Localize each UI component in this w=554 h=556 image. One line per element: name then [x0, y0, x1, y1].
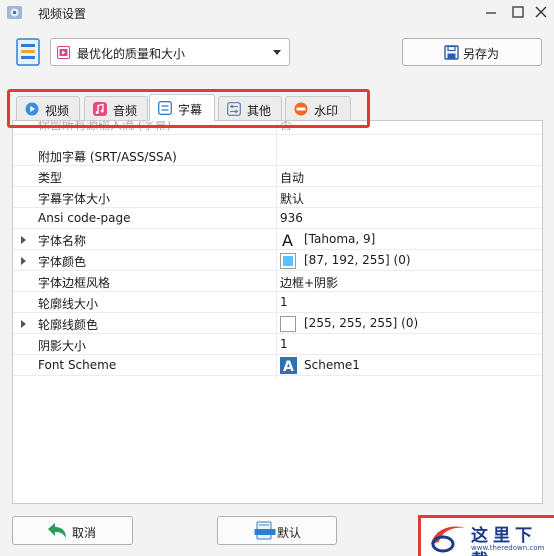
outline-color-swatch — [280, 316, 296, 332]
tab-watermark-label: 水印 — [314, 104, 339, 118]
minimize-icon — [486, 12, 496, 14]
property-name: 轮廓线大小 — [38, 297, 99, 311]
subtitle-property-grid: 保留所有源输入流 (字幕) 否 附加字幕 (SRT/ASS/SSA) 类型 自动… — [12, 120, 543, 504]
property-row-extra-subtitle[interactable]: 附加字幕 (SRT/ASS/SSA) — [13, 145, 542, 166]
property-value: 默认 — [280, 192, 305, 206]
expand-arrow-icon[interactable] — [21, 236, 26, 244]
property-row-font-color[interactable]: 字体颜色 [87, 192, 255] (0) — [13, 250, 542, 271]
sliders-icon — [227, 102, 241, 116]
tab-other[interactable]: 其他 — [218, 96, 282, 120]
property-name: Ansi code-page — [38, 211, 131, 225]
property-name: 字体边框风格 — [38, 276, 111, 290]
cancel-label: 取消 — [72, 526, 97, 540]
preset-value: 最优化的质量和大小 — [77, 47, 186, 61]
close-button[interactable] — [530, 2, 552, 22]
site-watermark-logo: 这里下载 www.theredown.com — [418, 515, 554, 556]
save-as-label: 另存为 — [463, 47, 500, 61]
property-row-font-scheme[interactable]: Font Scheme A Scheme1 — [13, 355, 542, 376]
video-icon — [25, 102, 39, 116]
undo-arrow-icon — [48, 523, 66, 538]
expand-arrow-icon[interactable] — [21, 320, 26, 328]
property-row-font-name[interactable]: 字体名称 A [Tahoma, 9] — [13, 229, 542, 250]
save-as-button[interactable]: 另存为 — [402, 38, 542, 66]
maximize-button[interactable] — [507, 2, 529, 22]
font-color-swatch — [280, 253, 296, 269]
app-icon — [7, 6, 22, 19]
window-title: 视频设置 — [38, 7, 87, 21]
preset-list-icon — [16, 38, 40, 66]
tab-audio[interactable]: 音频 — [84, 96, 148, 120]
property-value: [Tahoma, 9] — [304, 232, 376, 246]
property-value: 936 — [280, 211, 303, 225]
property-row-border-style[interactable]: 字体边框风格 边框+阴影 — [13, 271, 542, 292]
property-row-keep-streams[interactable]: 保留所有源输入流 (字幕) 否 — [13, 121, 542, 135]
scheme-a-icon: A — [280, 357, 297, 374]
default-button[interactable]: 默认 — [217, 516, 337, 545]
default-label: 默认 — [277, 526, 302, 540]
music-icon — [93, 102, 107, 116]
tab-other-label: 其他 — [247, 104, 272, 118]
svg-text:A: A — [283, 359, 294, 374]
font-a-icon: A — [282, 231, 293, 248]
tab-subtitle-label: 字幕 — [178, 103, 203, 117]
property-name: 轮廓线颜色 — [38, 318, 99, 332]
property-value: 边框+阴影 — [280, 276, 339, 290]
tab-subtitle[interactable]: 字幕 — [149, 94, 215, 121]
new-badge-icon — [294, 102, 308, 116]
title-bar: 视频设置 — [0, 0, 554, 26]
property-name: 阴影大小 — [38, 339, 87, 353]
maximize-icon — [512, 6, 524, 18]
property-name: 附加字幕 (SRT/ASS/SSA) — [38, 150, 177, 164]
property-name: Font Scheme — [38, 358, 117, 372]
property-value: 1 — [280, 337, 288, 351]
property-name: 保留所有源输入流 (字幕) — [38, 120, 172, 132]
watermark-url: www.theredown.com — [471, 544, 545, 552]
property-row-outline-size[interactable]: 轮廓线大小 1 — [13, 292, 542, 313]
save-icon — [444, 45, 459, 60]
property-name: 字体颜色 — [38, 255, 87, 269]
property-value: Scheme1 — [304, 358, 360, 372]
property-value: 1 — [280, 295, 288, 309]
preset-dropdown[interactable]: 最优化的质量和大小 — [50, 38, 290, 66]
property-name: 字体名称 — [38, 234, 87, 248]
tab-video-label: 视频 — [45, 104, 70, 118]
property-row-shadow-size[interactable]: 阴影大小 1 — [13, 334, 542, 355]
svg-text:A: A — [282, 231, 293, 248]
property-name: 字幕字体大小 — [38, 192, 111, 206]
property-value: 自动 — [280, 171, 305, 185]
tab-audio-label: 音频 — [113, 104, 138, 118]
minimize-button[interactable] — [480, 2, 502, 22]
tab-watermark[interactable]: 水印 — [285, 96, 351, 120]
property-row-font-size[interactable]: 字幕字体大小 默认 — [13, 187, 542, 208]
default-preset-icon — [254, 521, 276, 540]
property-row-codepage[interactable]: Ansi code-page 936 — [13, 208, 542, 229]
tab-video[interactable]: 视频 — [16, 96, 80, 120]
close-icon — [535, 6, 547, 18]
property-row-type[interactable]: 类型 自动 — [13, 166, 542, 187]
cancel-button[interactable]: 取消 — [12, 516, 133, 545]
property-value: 否 — [280, 120, 293, 132]
chevron-down-icon — [273, 50, 281, 55]
property-name: 类型 — [38, 171, 63, 185]
swoosh-logo-icon — [431, 526, 465, 553]
property-value: [255, 255, 255] (0) — [304, 316, 419, 330]
subtitle-icon — [158, 101, 172, 115]
expand-arrow-icon[interactable] — [21, 257, 26, 265]
property-value: [87, 192, 255] (0) — [304, 253, 411, 267]
video-preset-icon — [57, 46, 70, 59]
property-row-outline-color[interactable]: 轮廓线颜色 [255, 255, 255] (0) — [13, 313, 542, 334]
